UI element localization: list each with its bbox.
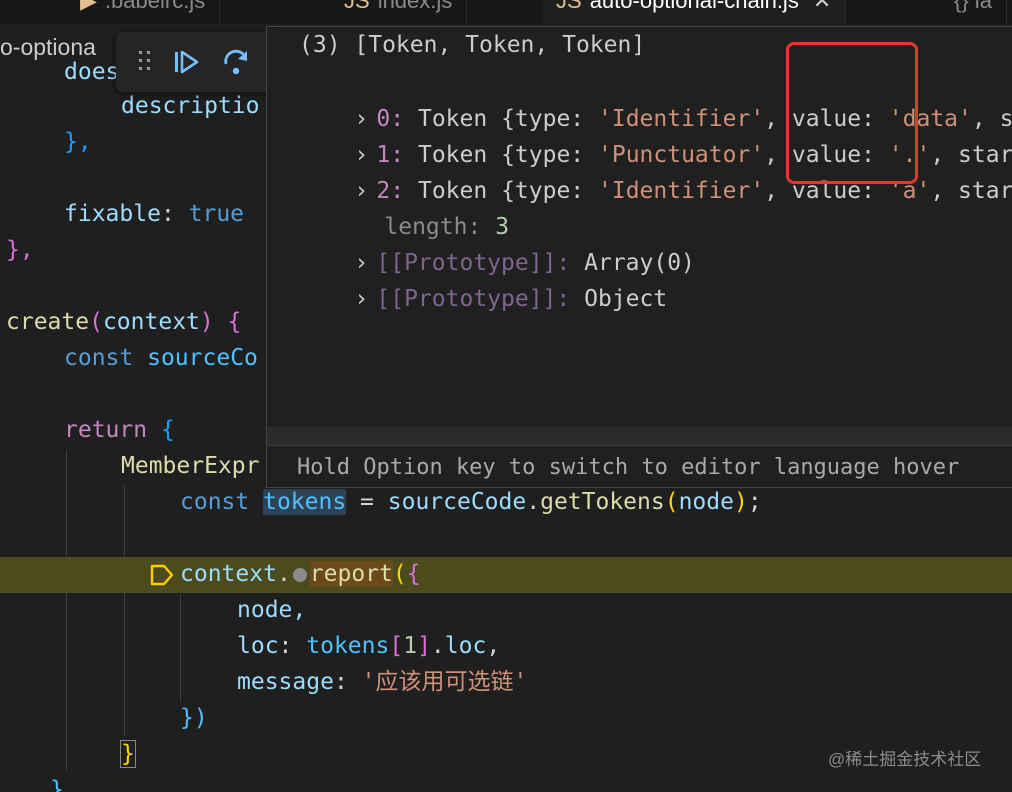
code-line[interactable]: node, — [237, 592, 306, 628]
hover-status-bar: Hold Option key to switch to editor lang… — [267, 445, 1012, 487]
code-line[interactable]: fixable: true — [64, 196, 244, 232]
tab-label: index.js — [377, 0, 453, 13]
tab-babelrc[interactable]: ▶ .babelrc.js — [66, 0, 221, 24]
hover-row-prototype-array[interactable]: › [[Prototype]]: Array(0) — [299, 209, 695, 276]
hover-status-text: Hold Option key to switch to editor lang… — [297, 455, 960, 480]
watermark: @稀土掘金技术社区 — [828, 750, 982, 769]
code-line[interactable]: MemberExpr — [121, 448, 259, 484]
tab-index[interactable]: JS index.js — [330, 0, 468, 24]
chevron-right-icon: › — [354, 286, 369, 312]
hover-row-prototype-object[interactable]: › [[Prototype]]: Object — [299, 245, 667, 312]
code-line[interactable]: } — [120, 736, 136, 772]
close-icon[interactable]: ✕ — [813, 0, 831, 13]
code-line[interactable]: }, — [64, 124, 92, 160]
horizontal-scrollbar[interactable] — [267, 427, 1012, 445]
code-line[interactable]: create(context) { — [6, 304, 241, 340]
tab-json[interactable]: {} la — [940, 0, 1007, 24]
indent-guide — [180, 594, 181, 702]
code-line[interactable]: loc: tokens[1].loc, — [237, 628, 500, 664]
debug-breakpoint-icon[interactable] — [149, 563, 175, 587]
step-over-icon[interactable] — [220, 46, 252, 78]
code-line[interactable]: does — [64, 54, 119, 90]
hover-header: (3) [Token, Token, Token] — [299, 32, 646, 58]
debug-toolbar[interactable] — [116, 32, 278, 92]
js-file-icon: JS — [556, 0, 582, 13]
tab-label: .babelrc.js — [104, 0, 206, 13]
tab-label: auto-optional-chain.js — [589, 0, 799, 13]
code-line-current[interactable]: context. report({ — [180, 556, 421, 592]
indent-guide — [66, 450, 67, 770]
code-line[interactable]: const sourceCo — [64, 340, 258, 376]
code-line[interactable]: } — [50, 772, 64, 792]
code-line[interactable]: const tokens = sourceCode.getTokens(node… — [180, 484, 762, 520]
tab-bar: ▶ .babelrc.js JS index.js JS auto-optional-… — [0, 0, 1012, 24]
code-line[interactable]: message: '应该用可选链' — [237, 664, 527, 700]
hover-row-length: length: 3 — [384, 214, 510, 240]
inline-breakpoint-dot[interactable] — [292, 568, 307, 582]
js-file-icon: JS — [344, 0, 370, 13]
tab-label: {} la — [954, 0, 992, 13]
annotation-highlight-box — [786, 42, 918, 184]
code-line[interactable]: descriptio — [121, 88, 259, 124]
code-line[interactable]: }) — [180, 700, 208, 736]
drag-grip-icon[interactable] — [138, 50, 152, 72]
indent-guide — [124, 486, 125, 736]
code-line[interactable]: }, — [6, 232, 34, 268]
code-line[interactable]: return { — [64, 412, 175, 448]
continue-icon[interactable] — [170, 46, 202, 78]
run-icon: ▶ — [80, 0, 97, 13]
tab-auto-optional-chain[interactable]: JS auto-optional-chain.js ✕ — [542, 0, 847, 24]
